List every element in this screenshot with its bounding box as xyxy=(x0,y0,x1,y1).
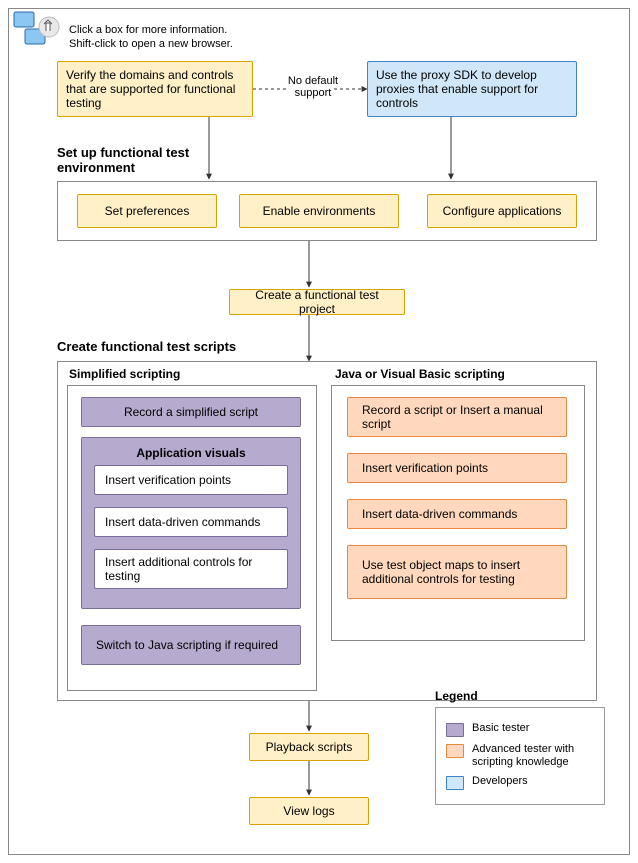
legend-basic-label: Basic tester xyxy=(472,722,529,735)
legend-title: Legend xyxy=(435,689,605,703)
legend: Legend Basic tester Advanced tester with… xyxy=(435,689,605,805)
setup-title: Set up functional test environment xyxy=(57,145,237,175)
legend-basic: Basic tester xyxy=(446,722,594,737)
hint-line1: Click a box for more information. xyxy=(69,23,233,37)
diagram-frame: Click a box for more information. Shift-… xyxy=(8,8,630,855)
legend-dev-label: Developers xyxy=(472,775,528,788)
swatch-orange xyxy=(446,744,464,758)
playback-scripts-box[interactable]: Playback scripts xyxy=(249,733,369,761)
enable-environments-box[interactable]: Enable environments xyxy=(239,194,399,228)
swatch-blue xyxy=(446,776,464,790)
hint-text: Click a box for more information. Shift-… xyxy=(69,23,233,52)
no-default-support-label: No default support xyxy=(283,75,343,99)
swatch-purple xyxy=(446,723,464,737)
app-visuals-title: Application visuals xyxy=(82,438,300,464)
record-script-java-box[interactable]: Record a script or Insert a manual scrip… xyxy=(347,397,567,437)
verify-domains-box[interactable]: Verify the domains and controls that are… xyxy=(57,61,253,117)
configure-applications-box[interactable]: Configure applications xyxy=(427,194,577,228)
view-logs-box[interactable]: View logs xyxy=(249,797,369,825)
insert-vp-simplified-box[interactable]: Insert verification points xyxy=(94,465,288,495)
insert-controls-simplified-box[interactable]: Insert additional controls for testing xyxy=(94,549,288,589)
simplified-title: Simplified scripting xyxy=(69,367,180,381)
legend-dev: Developers xyxy=(446,775,594,790)
insert-dd-java-box[interactable]: Insert data-driven commands xyxy=(347,499,567,529)
legend-advanced: Advanced tester with scripting knowledge xyxy=(446,743,594,769)
navigator-icon xyxy=(13,11,61,51)
proxy-sdk-box[interactable]: Use the proxy SDK to develop proxies tha… xyxy=(367,61,577,117)
object-maps-box[interactable]: Use test object maps to insert additiona… xyxy=(347,545,567,599)
create-project-box[interactable]: Create a functional test project xyxy=(229,289,405,315)
set-preferences-box[interactable]: Set preferences xyxy=(77,194,217,228)
legend-box: Basic tester Advanced tester with script… xyxy=(435,707,605,805)
hint-line2: Shift-click to open a new browser. xyxy=(69,37,233,51)
record-simplified-box[interactable]: Record a simplified script xyxy=(81,397,301,427)
insert-vp-java-box[interactable]: Insert verification points xyxy=(347,453,567,483)
switch-java-box[interactable]: Switch to Java scripting if required xyxy=(81,625,301,665)
java-title: Java or Visual Basic scripting xyxy=(335,367,505,381)
insert-dd-simplified-box[interactable]: Insert data-driven commands xyxy=(94,507,288,537)
diagram-page: Click a box for more information. Shift-… xyxy=(0,0,638,863)
scripts-title: Create functional test scripts xyxy=(57,339,236,354)
legend-advanced-label: Advanced tester with scripting knowledge xyxy=(472,743,594,769)
